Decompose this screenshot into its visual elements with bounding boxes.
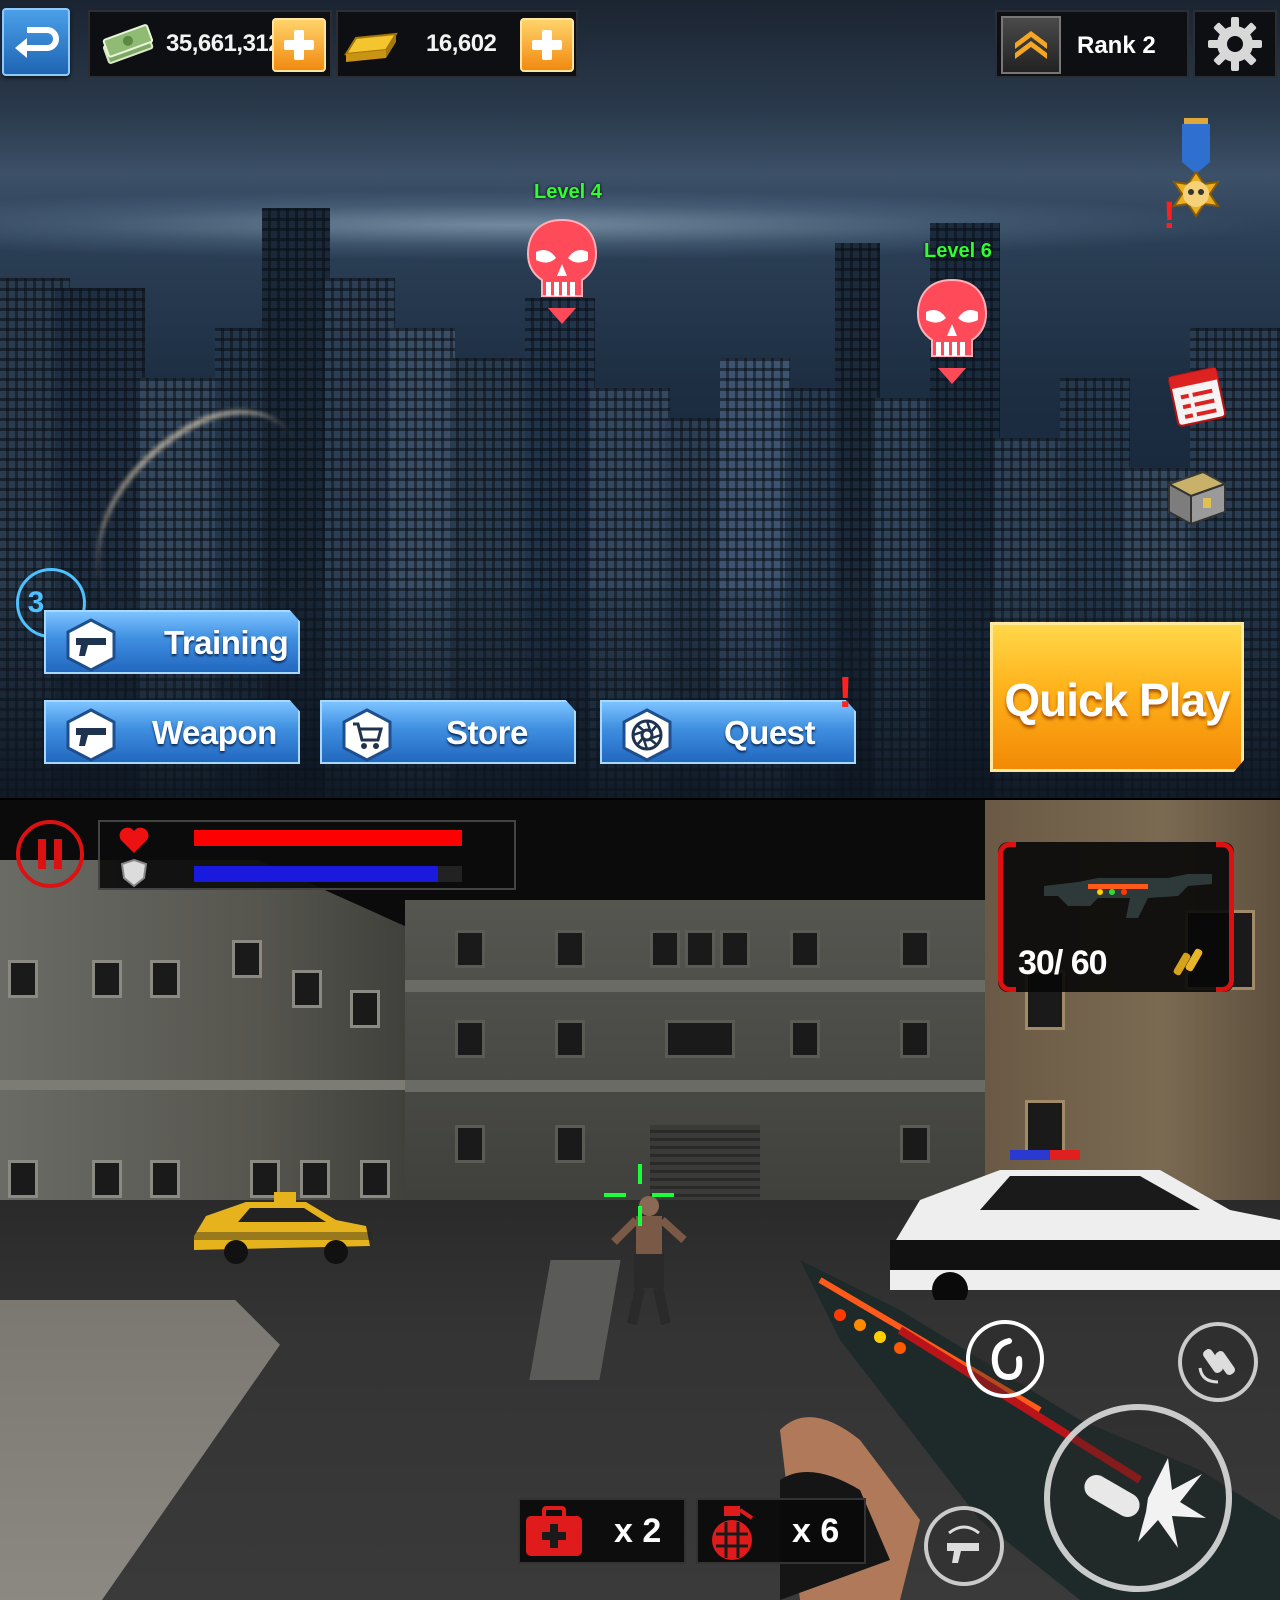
ammo-counter: 30/ 60 <box>1018 944 1108 982</box>
weapon-button[interactable]: Weapon <box>44 700 300 764</box>
armor-bar-fill <box>194 866 438 882</box>
level-4-label: Level 4 <box>534 181 602 203</box>
treasure-chest-icon[interactable] <box>1163 462 1231 530</box>
back-icon <box>15 27 59 58</box>
weapon-label: Weapon <box>152 714 277 751</box>
store-label: Store <box>446 714 528 751</box>
armor-bar <box>194 866 462 882</box>
cash-icon <box>102 24 154 64</box>
weapon-panel[interactable]: 30/ 60 <box>998 842 1234 992</box>
pause-icon <box>38 839 46 869</box>
quest-button[interactable]: Quest <box>600 700 856 764</box>
weapon-swap-button[interactable] <box>924 1506 1004 1586</box>
health-bar <box>194 830 462 846</box>
training-label: Training <box>164 624 289 661</box>
fire-button[interactable] <box>1044 1404 1232 1592</box>
lobby-screen: 35,661,312 16,602 Rank 2 ! Level 4 Level… <box>0 0 1280 798</box>
grenade-slot[interactable]: x 6 <box>696 1498 866 1564</box>
weapon-bracket-right <box>1216 842 1234 992</box>
gold-bar-icon <box>344 32 398 62</box>
gear-icon <box>1208 17 1262 71</box>
taxi-car <box>194 1192 372 1264</box>
shield-icon <box>120 858 148 888</box>
back-button[interactable] <box>2 8 70 76</box>
zombie-enemy <box>611 1196 687 1326</box>
notification-count: 3 <box>27 586 45 619</box>
weapon-swap-icon <box>947 1525 980 1563</box>
cash-value: 35,661,312 <box>166 30 282 57</box>
medkit-qty: x 2 <box>614 1512 662 1550</box>
quest-alert: ! <box>838 668 853 717</box>
quick-play-label: Quick Play <box>1004 674 1230 726</box>
rifle-icon <box>1044 874 1212 918</box>
skull-marker-icon[interactable] <box>524 216 600 336</box>
quick-play-button[interactable]: Quick Play <box>990 622 1244 772</box>
gold-value: 16,602 <box>426 30 497 57</box>
rank-badge <box>1001 16 1061 74</box>
medal-alert: ! <box>1163 195 1176 237</box>
cart-icon <box>342 708 392 762</box>
rank-label: Rank 2 <box>1077 32 1156 59</box>
health-bar-fill <box>194 830 462 846</box>
level-6-label: Level 6 <box>924 240 992 262</box>
skull-marker-icon[interactable] <box>914 276 990 396</box>
aperture-icon <box>622 708 672 762</box>
grenade-icon <box>712 1506 754 1560</box>
gold-panel: 16,602 <box>336 10 578 78</box>
medkit-slot[interactable]: x 2 <box>518 1498 686 1564</box>
reload-icon <box>1198 1349 1235 1384</box>
grenade-qty: x 6 <box>792 1512 840 1550</box>
settings-button[interactable] <box>1193 10 1277 78</box>
heart-icon <box>119 827 149 853</box>
rank-chevron-icon <box>1015 31 1047 59</box>
reload-button[interactable] <box>1178 1322 1258 1402</box>
store-button[interactable]: Store <box>320 700 576 764</box>
calendar-icon[interactable] <box>1163 362 1231 430</box>
medkit-icon <box>526 1506 582 1556</box>
pistol-icon <box>66 618 116 672</box>
sky-glow <box>0 190 1280 260</box>
grenade-throw-icon <box>991 1338 1023 1381</box>
pistol-icon <box>66 708 116 762</box>
add-gold-button[interactable] <box>520 18 574 72</box>
cash-panel: 35,661,312 <box>88 10 332 78</box>
weapon-bracket-left <box>998 842 1016 992</box>
training-button[interactable]: Training <box>44 610 300 674</box>
quest-label: Quest <box>724 714 816 751</box>
bullets-icon <box>1173 948 1203 976</box>
pause-button[interactable] <box>16 820 84 888</box>
fire-icon <box>1084 1458 1206 1548</box>
throw-grenade-button[interactable] <box>966 1320 1044 1398</box>
add-cash-button[interactable] <box>272 18 326 72</box>
gameplay-screen: 30/ 60 x 2 x 6 <box>0 800 1280 1600</box>
rank-panel[interactable]: Rank 2 <box>995 10 1189 78</box>
health-armor-panel <box>98 820 516 890</box>
